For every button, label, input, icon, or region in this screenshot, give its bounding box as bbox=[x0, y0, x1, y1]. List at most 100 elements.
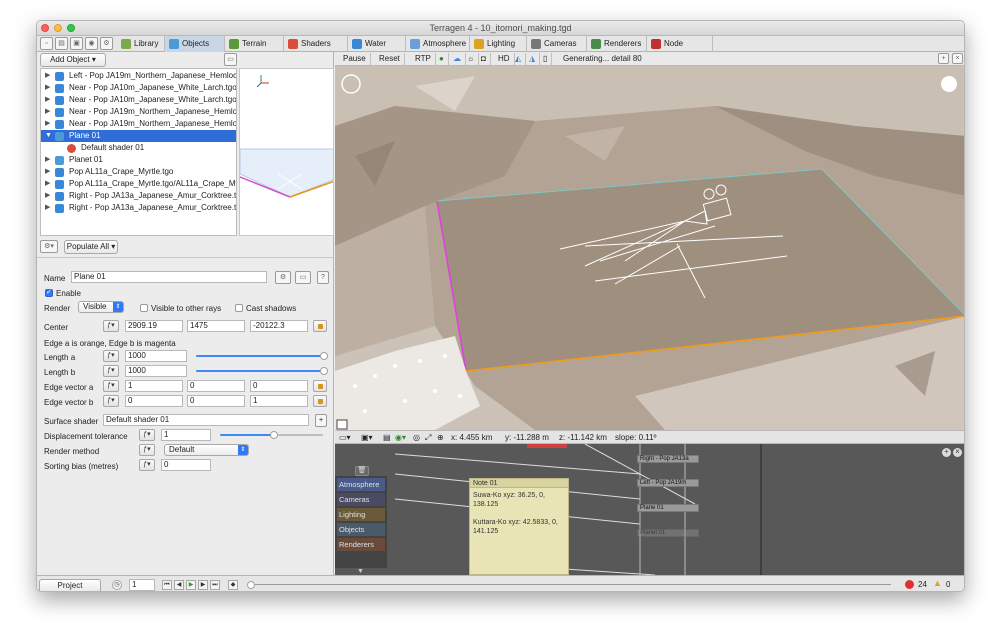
view-toggle-icon[interactable]: ▭ bbox=[224, 53, 237, 66]
prev-frame-icon[interactable]: ◀ bbox=[174, 580, 184, 590]
render-method-select[interactable]: Default ⇕ bbox=[164, 444, 249, 456]
node-network[interactable]: 🗑 Atmosphere Cameras Lighting Objects Render… bbox=[335, 444, 964, 575]
frame-input[interactable]: 1 bbox=[129, 579, 155, 591]
error-icon[interactable] bbox=[905, 580, 914, 589]
tree-item[interactable]: ▶ Near - Pop JA19m_Northern_Japanese_Heml… bbox=[41, 118, 236, 130]
tab-renderers[interactable]: Renderers bbox=[587, 36, 647, 52]
3d-viewport[interactable]: Pause Reset RTP ● ☁ ☼ ◘ HD ◭ ◮ ▯ Generat… bbox=[335, 52, 964, 430]
tree-item[interactable]: Default shader 01 bbox=[41, 142, 236, 154]
disclosure-triangle-icon[interactable]: ▶ bbox=[45, 94, 50, 106]
play-icon[interactable]: ▶ bbox=[186, 580, 196, 590]
help-icon[interactable]: ? bbox=[317, 271, 329, 284]
grid-tool-icon[interactable]: ▤ bbox=[383, 431, 391, 444]
reset-button[interactable]: Reset bbox=[375, 53, 405, 65]
tab-shaders[interactable]: Shaders bbox=[284, 36, 348, 52]
populate-all-button[interactable]: Populate All ▾ bbox=[64, 240, 118, 254]
preview-icon[interactable]: ▭ bbox=[295, 271, 311, 284]
settings-icon[interactable]: ⚙ bbox=[100, 37, 113, 50]
tab-node-network[interactable]: Node Network bbox=[647, 36, 713, 64]
tree-settings-icon[interactable]: ⚙▾ bbox=[40, 240, 58, 253]
clock-icon[interactable]: ◷ bbox=[112, 580, 122, 590]
category-objects[interactable]: Objects bbox=[337, 523, 385, 536]
scroll-down-icon[interactable]: ▼ bbox=[357, 568, 364, 575]
disclosure-triangle-icon[interactable]: ▶ bbox=[45, 166, 50, 178]
tree-item[interactable]: ▶ Near - Pop JA10m_Japanese_White_Larch.t… bbox=[41, 82, 236, 94]
timeline-scrubber[interactable] bbox=[247, 581, 255, 589]
tree-item[interactable]: ▶ Near - Pop JA19m_Northern_Japanese_Heml… bbox=[41, 106, 236, 118]
note-01[interactable]: Note 01 Suwa-Ko xyz: 36.25, 0, 138.125 K… bbox=[469, 478, 569, 575]
center-y-input[interactable]: 1475 bbox=[187, 320, 245, 332]
edge-b-function-button[interactable]: ƒ▾ bbox=[103, 395, 119, 407]
category-lighting[interactable]: Lighting bbox=[337, 508, 385, 521]
info-icon[interactable]: ▯ bbox=[539, 53, 553, 65]
tab-objects[interactable]: Objects bbox=[165, 36, 225, 52]
close-viewport-icon[interactable]: × bbox=[952, 53, 963, 64]
category-atmosphere[interactable]: Atmosphere bbox=[337, 478, 385, 491]
disclosure-triangle-icon[interactable]: ▶ bbox=[45, 106, 50, 118]
pane-splitter[interactable] bbox=[37, 257, 334, 261]
tree-item[interactable]: ▶ Right - Pop JA13a_Japanese_Amur_Corktre… bbox=[41, 190, 236, 202]
surface-shader-input[interactable]: Default shader 01 bbox=[103, 414, 309, 426]
render-method-function-button[interactable]: ƒ▾ bbox=[139, 444, 155, 456]
node-plane-01[interactable]: Plane 01 bbox=[637, 504, 699, 512]
render-view[interactable] bbox=[335, 66, 964, 430]
render-icon[interactable]: ◉ bbox=[85, 37, 98, 50]
name-input[interactable]: Plane 01 bbox=[71, 271, 267, 283]
lod-icon[interactable]: ◮ bbox=[525, 53, 541, 65]
edge-a-function-button[interactable]: ƒ▾ bbox=[103, 380, 119, 392]
center-pick-icon[interactable] bbox=[313, 320, 327, 332]
pause-button[interactable]: Pause bbox=[339, 53, 371, 65]
tab-library[interactable]: Library bbox=[117, 36, 165, 52]
edge-b-x-input[interactable]: 0 bbox=[125, 395, 183, 407]
sorting-bias-function-button[interactable]: ƒ▾ bbox=[139, 459, 155, 471]
length-a-function-button[interactable]: ƒ▾ bbox=[103, 350, 119, 362]
disclosure-triangle-icon[interactable]: ▶ bbox=[45, 202, 50, 214]
edge-b-pick-icon[interactable] bbox=[313, 395, 327, 407]
add-shader-icon[interactable]: + bbox=[315, 414, 327, 427]
render-select[interactable]: Visible ⇕ bbox=[78, 301, 124, 313]
disclosure-triangle-icon[interactable]: ▶ bbox=[45, 178, 50, 190]
tree-item[interactable]: ▶ Planet 01 bbox=[41, 154, 236, 166]
next-frame-icon[interactable]: ▶ bbox=[198, 580, 208, 590]
trash-icon[interactable]: 🗑 bbox=[355, 466, 369, 476]
expand-icon[interactable]: ⤢ bbox=[425, 431, 431, 444]
tab-cameras[interactable]: Cameras bbox=[527, 36, 587, 52]
category-cameras[interactable]: Cameras bbox=[337, 493, 385, 506]
keyframe-icon[interactable]: ◆ bbox=[228, 580, 238, 590]
center-z-input[interactable]: -20122.3 bbox=[250, 320, 308, 332]
eye-icon[interactable]: ◎ bbox=[413, 431, 420, 444]
new-file-icon[interactable]: ▫ bbox=[40, 37, 53, 50]
length-a-knob[interactable] bbox=[320, 352, 328, 360]
disclosure-triangle-icon[interactable]: ▼ bbox=[45, 130, 52, 142]
tab-water[interactable]: Water bbox=[348, 36, 406, 52]
disclosure-triangle-icon[interactable]: ▶ bbox=[45, 118, 50, 130]
sphere-icon[interactable]: ● bbox=[435, 53, 449, 65]
first-frame-icon[interactable]: ⏮ bbox=[162, 580, 172, 590]
sorting-bias-input[interactable]: 0 bbox=[161, 459, 211, 471]
category-renderers[interactable]: Renderers bbox=[337, 538, 385, 551]
tree-item[interactable]: ▶ Near - Pop JA10m_Japanese_White_Larch.t… bbox=[41, 94, 236, 106]
enable-checkbox[interactable] bbox=[45, 288, 53, 297]
camera-tool-icon[interactable]: ▭▾ bbox=[339, 431, 351, 444]
save-file-icon[interactable]: ▣ bbox=[70, 37, 83, 50]
length-b-knob[interactable] bbox=[320, 367, 328, 375]
length-a-slider[interactable] bbox=[196, 355, 324, 357]
warning-icon[interactable]: ▲ bbox=[933, 578, 942, 588]
displacement-knob[interactable] bbox=[270, 431, 278, 439]
length-b-function-button[interactable]: ƒ▾ bbox=[103, 365, 119, 377]
camera-icon[interactable]: ◘ bbox=[477, 53, 491, 65]
disclosure-triangle-icon[interactable]: ▶ bbox=[45, 154, 50, 166]
close-node-view-icon[interactable]: × bbox=[953, 448, 962, 457]
open-file-icon[interactable]: ▤ bbox=[55, 37, 68, 50]
node-planet-01[interactable]: Planet 01 bbox=[637, 529, 699, 537]
tree-item[interactable]: ▶ Left - Pop JA19m_Northern_Japanese_Heml… bbox=[41, 70, 236, 82]
render-tool-icon[interactable]: ▣▾ bbox=[361, 431, 373, 444]
node-left-pop[interactable]: Left - Pop JA19m bbox=[637, 479, 699, 487]
tab-atmosphere[interactable]: Atmosphere bbox=[406, 36, 470, 52]
center-x-input[interactable]: 2909.19 bbox=[125, 320, 183, 332]
displacement-function-button[interactable]: ƒ▾ bbox=[139, 429, 155, 441]
rtp-button[interactable]: RTP bbox=[411, 53, 436, 65]
node-gear-icon[interactable]: ⚙ bbox=[275, 271, 291, 284]
edge-a-pick-icon[interactable] bbox=[313, 380, 327, 392]
edge-a-y-input[interactable]: 0 bbox=[187, 380, 245, 392]
